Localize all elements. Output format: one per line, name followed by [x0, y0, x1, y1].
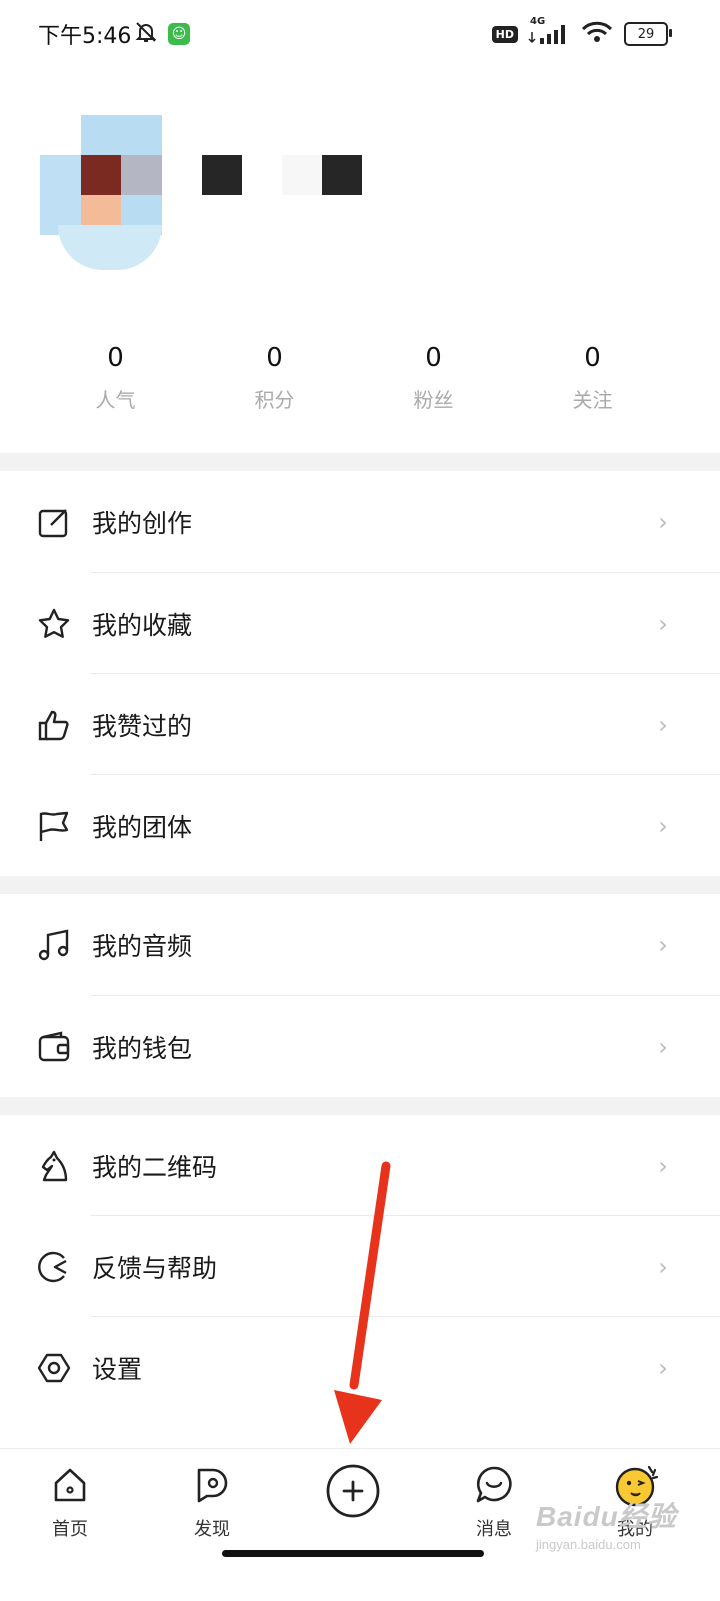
- menu-label: 我的音频: [92, 931, 193, 961]
- menu-label: 反馈与帮助: [92, 1253, 218, 1283]
- section-gap: [0, 453, 720, 471]
- menu-item-my-favorites[interactable]: 我的收藏 ›: [0, 573, 720, 674]
- username-mosaic: [202, 155, 362, 195]
- battery-icon: 29: [624, 22, 672, 46]
- feedback-icon: [36, 1249, 72, 1285]
- menu-label: 我的二维码: [92, 1152, 218, 1182]
- chevron-right-icon: ›: [658, 507, 668, 536]
- tab-discover[interactable]: 发现: [167, 1463, 257, 1541]
- baidu-watermark: Baidu经验 jingyan.baidu.com: [536, 1501, 677, 1552]
- flag-icon: [36, 808, 72, 844]
- discover-icon: [190, 1463, 234, 1507]
- menu-label: 我的钱包: [92, 1033, 193, 1063]
- status-time: 下午5:46: [38, 24, 132, 49]
- bell-off-icon: [134, 20, 158, 48]
- status-left-icons: ☺: [134, 20, 190, 48]
- tab-add-post[interactable]: [308, 1463, 398, 1519]
- stat-label: 关注: [572, 388, 613, 412]
- stat-following[interactable]: 0 关注: [513, 340, 672, 413]
- home-indicator[interactable]: [222, 1550, 484, 1557]
- menu-label: 我的收藏: [92, 610, 193, 640]
- stat-value: 0: [107, 343, 124, 373]
- chevron-right-icon: ›: [658, 1032, 668, 1061]
- menu-label: 我的创作: [92, 508, 193, 538]
- stat-popularity[interactable]: 0 人气: [36, 340, 195, 413]
- chevron-right-icon: ›: [658, 609, 668, 638]
- tab-label: 首页: [52, 1519, 88, 1540]
- chevron-right-icon: ›: [658, 1151, 668, 1180]
- menu-item-my-creations[interactable]: 我的创作 ›: [0, 471, 720, 572]
- music-icon: [36, 927, 72, 963]
- stats-row: 0 人气 0 积分 0 粉丝 0 关注: [36, 340, 672, 413]
- avatar[interactable]: [40, 115, 162, 270]
- avatar-mosaic: [121, 155, 162, 195]
- stat-points[interactable]: 0 积分: [195, 340, 354, 413]
- settings-icon: [36, 1350, 72, 1386]
- menu-label: 设置: [92, 1354, 143, 1384]
- avatar-mosaic: [58, 225, 162, 270]
- status-right-icons: HD 4G 29: [491, 16, 672, 48]
- signal-icon: 4G: [528, 16, 570, 46]
- menu-label: 我的团体: [92, 812, 193, 842]
- wallet-icon: [36, 1029, 72, 1065]
- tab-messages[interactable]: 消息: [449, 1463, 539, 1541]
- menu-item-my-wallet[interactable]: 我的钱包 ›: [0, 996, 720, 1097]
- wechat-icon: ☺: [168, 23, 190, 45]
- status-bar: 下午5:46 ☺ HD 4G 29: [0, 0, 720, 70]
- chevron-right-icon: ›: [658, 930, 668, 959]
- tab-label: 发现: [194, 1519, 230, 1540]
- home-icon: [48, 1463, 92, 1507]
- chevron-right-icon: ›: [658, 1353, 668, 1382]
- tab-home[interactable]: 首页: [25, 1463, 115, 1541]
- menu-item-my-groups[interactable]: 我的团体 ›: [0, 775, 720, 876]
- stat-fans[interactable]: 0 粉丝: [354, 340, 513, 413]
- avatar-mosaic: [40, 155, 81, 235]
- thumbs-up-icon: [36, 707, 72, 743]
- chevron-right-icon: ›: [658, 811, 668, 840]
- stat-value: 0: [584, 343, 601, 373]
- star-icon: [36, 606, 72, 642]
- chevron-right-icon: ›: [658, 710, 668, 739]
- section-gap: [0, 876, 720, 894]
- tab-label: 消息: [476, 1519, 512, 1540]
- chevron-right-icon: ›: [658, 1252, 668, 1281]
- menu-item-my-audio[interactable]: 我的音频 ›: [0, 894, 720, 995]
- message-icon: [472, 1463, 516, 1507]
- menu-label: 我赞过的: [92, 711, 193, 741]
- chess-knight-icon: [36, 1148, 72, 1184]
- section-gap: [0, 1097, 720, 1115]
- menu-item-my-likes[interactable]: 我赞过的 ›: [0, 674, 720, 775]
- wifi-icon: [580, 20, 614, 48]
- edit-icon: [36, 504, 72, 540]
- hd-badge: HD: [491, 25, 518, 43]
- battery-level: 29: [637, 26, 655, 42]
- stat-value: 0: [266, 343, 283, 373]
- add-circle-icon: [325, 1463, 381, 1519]
- avatar-mosaic: [81, 155, 121, 195]
- stat-label: 粉丝: [413, 388, 454, 412]
- red-arrow-annotation: [334, 1161, 391, 1444]
- stat-label: 人气: [95, 388, 136, 412]
- stat-value: 0: [425, 343, 442, 373]
- stat-label: 积分: [254, 388, 295, 412]
